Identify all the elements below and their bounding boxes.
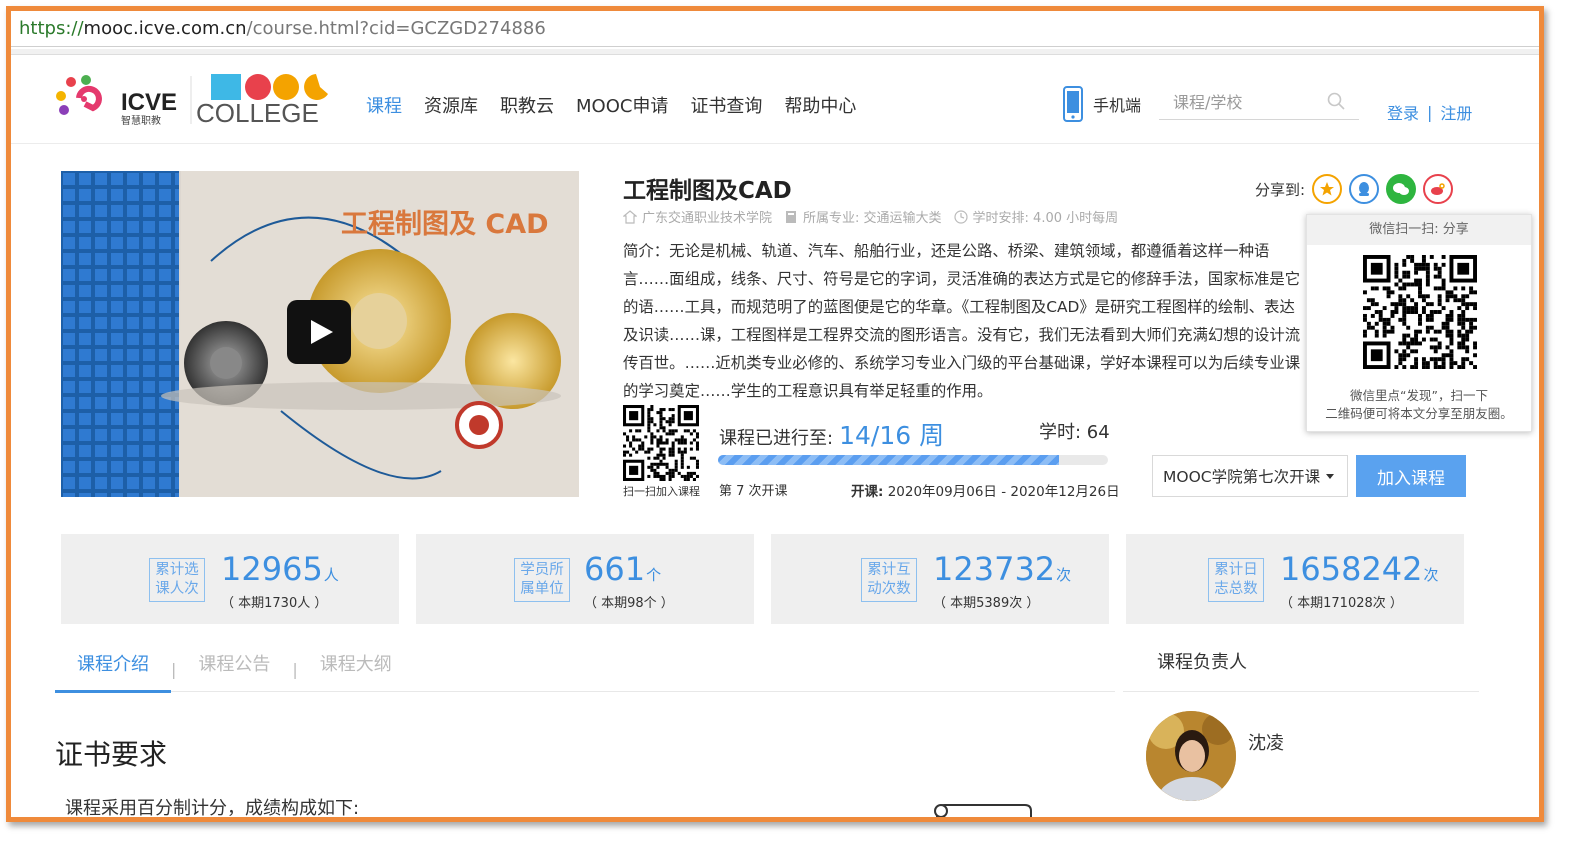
register-link[interactable]: 注册 xyxy=(1440,100,1472,124)
join-qr-label: 扫一扫加入课程 xyxy=(623,485,700,498)
stat-number: 1658242次 xyxy=(1280,550,1439,588)
search-input[interactable] xyxy=(1159,86,1319,118)
join-course-button[interactable]: 加入课程 xyxy=(1356,455,1466,497)
scroll-decoration-icon xyxy=(934,804,1032,817)
stat-logs: 累计日 志总数 1658242次 （ 本期171028次 ） xyxy=(1126,534,1464,624)
nav-item-help[interactable]: 帮助中心 xyxy=(784,92,856,118)
share-wechat-icon[interactable] xyxy=(1386,174,1417,204)
auth-links: 登录 | 注册 xyxy=(1387,100,1472,124)
wechat-share-popup: 微信扫一扫: 分享 微信里点“发现”，扫一下 二维码便可将本文分享至朋友圈。 xyxy=(1306,214,1532,432)
share-bar: 分享到: xyxy=(1255,174,1454,204)
search-icon[interactable] xyxy=(1327,92,1345,110)
stat-tag: 学员所 属单位 xyxy=(514,558,570,602)
avatar[interactable] xyxy=(1146,711,1236,801)
stat-interactions: 累计互 动次数 123732次 （ 本期5389次 ） xyxy=(771,534,1109,624)
course-dates: 开课: 2020年09月06日 - 2020年12月26日 xyxy=(851,480,1120,500)
stat-enrollments: 累计选 课人次 12965人 （ 本期1730人 ） xyxy=(61,534,399,624)
site-header: ICVE 智慧职教 COLLEGE 课程 资源库 职教云 MOOC申请 证书查询… xyxy=(11,56,1539,144)
url-path: /course.html?cid=GCZGD274886 xyxy=(246,18,546,39)
tab-course-intro[interactable]: 课程介绍 xyxy=(55,648,171,693)
leader-photo-icon xyxy=(1146,711,1236,801)
dates-value: 2020年09月06日 - 2020年12月26日 xyxy=(887,484,1120,500)
stat-institutions: 学员所 属单位 661个 （ 本期98个 ） xyxy=(416,534,754,624)
logo-icve-sub: 智慧职教 xyxy=(121,114,161,127)
certificate-title: 证书要求 xyxy=(55,738,168,771)
site-logo[interactable]: ICVE 智慧职教 COLLEGE xyxy=(51,68,341,128)
certificate-text: 课程采用百分制计分，成绩构成如下: xyxy=(65,798,360,819)
browser-frame: https://mooc.icve.com.cn/course.html?cid… xyxy=(6,6,1544,822)
mobile-link[interactable]: 手机端 xyxy=(1063,86,1141,122)
stat-sub: （ 本期1730人 ） xyxy=(221,596,328,611)
course-title: 工程制图及CAD xyxy=(623,178,792,204)
session-number: 第 7 次开课 xyxy=(719,484,788,499)
join-course-qr-icon xyxy=(623,405,699,481)
stat-number: 123732次 xyxy=(933,550,1072,588)
popup-foot-line2: 二维码便可将本文分享至朋友圈。 xyxy=(1325,406,1513,421)
course-intro: 简介：无论是机械、轨道、汽车、船舶行业，还是公路、桥梁、建筑领域，都遵循着这样一… xyxy=(623,242,1301,400)
stat-sub: （ 本期5389次 ） xyxy=(933,596,1040,611)
search-box xyxy=(1159,86,1359,120)
school-meta: 广东交通职业技术学院 xyxy=(623,207,772,226)
progress-bar xyxy=(718,455,1108,465)
stat-tag: 累计互 动次数 xyxy=(861,558,917,602)
stat-sub: （ 本期171028次 ） xyxy=(1280,596,1403,611)
tab-announcements[interactable]: 课程公告 xyxy=(176,648,292,692)
hours-plan-text: 学时安排: 4.00 小时每周 xyxy=(972,211,1119,226)
share-weibo-icon[interactable] xyxy=(1423,174,1454,204)
share-qr-icon xyxy=(1363,255,1477,369)
major-meta: 所属专业: 交通运输大类 xyxy=(784,207,942,226)
auth-divider: | xyxy=(1427,102,1433,122)
school-icon xyxy=(623,209,637,224)
phone-icon xyxy=(1063,86,1083,122)
mobile-label: 手机端 xyxy=(1093,96,1142,115)
course-hours: 学时: 64 xyxy=(1039,422,1110,443)
clock-icon xyxy=(953,209,968,224)
leader-title: 课程负责人 xyxy=(1123,648,1479,692)
stat-number: 12965人 xyxy=(221,550,339,588)
book-icon xyxy=(786,210,797,223)
course-meta: 广东交通职业技术学院 所属专业: 交通运输大类 学时安排: 4.00 小时每周 xyxy=(623,207,1130,226)
main-nav: 课程 资源库 职教云 MOOC申请 证书查询 帮助中心 xyxy=(366,92,878,118)
progress-weeks: 14/16 周 xyxy=(839,421,945,450)
url-host: mooc.icve.com.cn xyxy=(83,18,247,39)
share-favorite-icon[interactable] xyxy=(1312,174,1343,204)
toolbar-divider xyxy=(11,49,1539,55)
stat-number: 661个 xyxy=(584,550,662,588)
hours-meta: 学时安排: 4.00 小时每周 xyxy=(953,207,1119,226)
stat-tag: 累计选 课人次 xyxy=(149,558,205,602)
popup-foot: 微信里点“发现”，扫一下 二维码便可将本文分享至朋友圈。 xyxy=(1307,387,1531,423)
progress-label-text: 课程已进行至: xyxy=(719,428,834,449)
share-label: 分享到: xyxy=(1255,180,1306,199)
nav-item-certificate-query[interactable]: 证书查询 xyxy=(690,92,762,118)
logo-college-text: COLLEGE xyxy=(196,98,319,128)
url-scheme: https:// xyxy=(19,18,84,39)
address-bar[interactable]: https://mooc.icve.com.cn/course.html?cid… xyxy=(11,11,1539,47)
dates-label: 开课: xyxy=(851,484,884,500)
nav-item-zhijiaoyun[interactable]: 职教云 xyxy=(500,92,554,118)
major-text: 所属专业: 交通运输大类 xyxy=(803,211,942,226)
school-name: 广东交通职业技术学院 xyxy=(642,211,773,226)
session-select[interactable]: MOOC学院第七次开课 xyxy=(1152,455,1348,497)
course-video[interactable]: 工程制图及 CAD xyxy=(61,171,579,497)
course-tabs: 课程介绍 | 课程公告 | 课程大纲 xyxy=(55,648,1115,693)
progress-bar-fill xyxy=(718,455,1060,465)
play-button[interactable] xyxy=(287,300,351,364)
logo-icve-text: ICVE xyxy=(121,89,177,116)
login-link[interactable]: 登录 xyxy=(1387,100,1419,124)
stat-sub: （ 本期98个 ） xyxy=(584,596,674,611)
popup-head: 微信扫一扫: 分享 xyxy=(1307,215,1531,245)
stat-tag: 累计日 志总数 xyxy=(1208,558,1264,602)
nav-item-mooc-apply[interactable]: MOOC申请 xyxy=(576,92,668,118)
nav-item-resources[interactable]: 资源库 xyxy=(424,92,478,118)
nav-item-course[interactable]: 课程 xyxy=(366,92,402,118)
session-select-value: MOOC学院第七次开课 xyxy=(1163,468,1321,486)
tab-syllabus[interactable]: 课程大纲 xyxy=(298,648,414,692)
progress-label: 课程已进行至: 14/16 周 xyxy=(719,416,944,452)
icve-mooc-logo-icon: ICVE 智慧职教 COLLEGE xyxy=(56,74,328,128)
leader-name: 沈凌 xyxy=(1248,733,1284,754)
share-qq-icon[interactable] xyxy=(1349,174,1380,204)
video-title-text: 工程制图及 CAD xyxy=(341,209,549,240)
chevron-down-icon xyxy=(1326,473,1335,479)
popup-foot-line1: 微信里点“发现”，扫一下 xyxy=(1350,388,1488,403)
